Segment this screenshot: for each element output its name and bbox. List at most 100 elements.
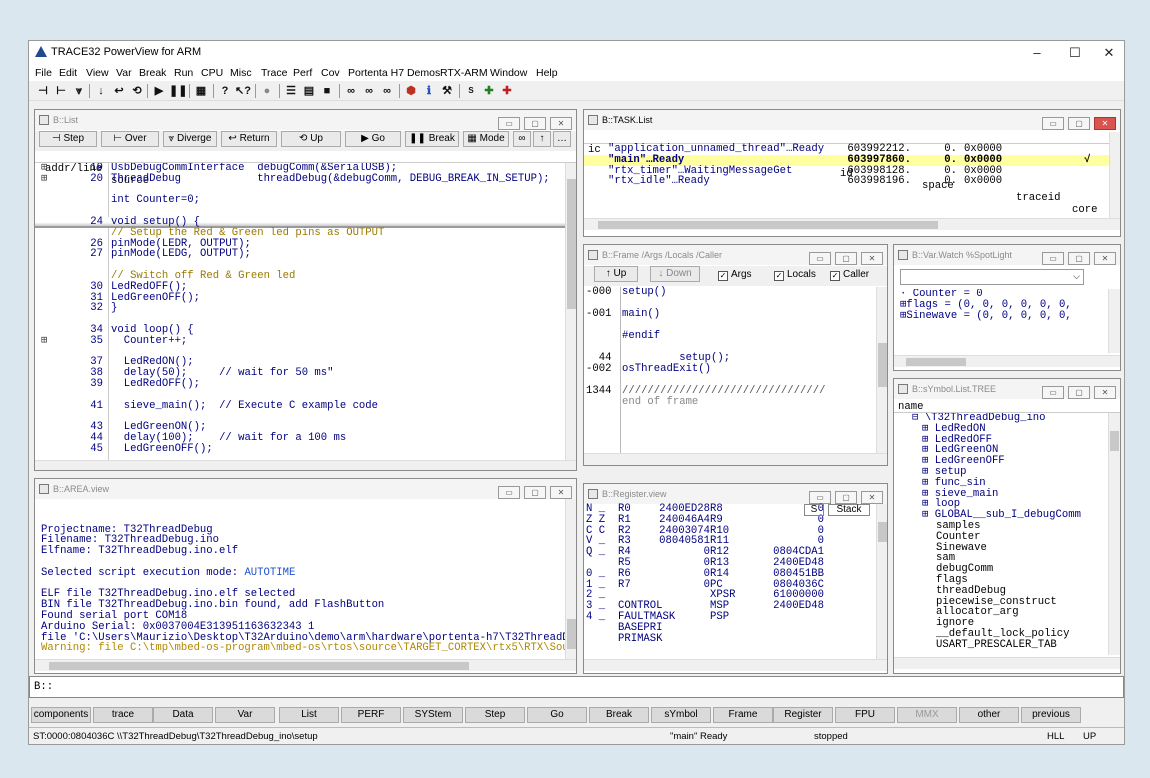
bottom-button-data[interactable]: Data (153, 707, 213, 723)
list-icon[interactable]: ☰ (283, 83, 299, 99)
args-checkbox[interactable]: ✓ Args (718, 269, 752, 281)
menu-cpu[interactable]: CPU (201, 67, 223, 79)
command-line[interactable]: B:: (29, 676, 1124, 698)
flag-item[interactable]: 0 _ (586, 569, 605, 580)
bottom-button-system[interactable]: SYStem (403, 707, 463, 723)
go-icon[interactable]: ▶ (151, 83, 167, 99)
source-line[interactable]: ⊞ 20 ThreadDebug threadDebug(&debugComm, D… (35, 174, 565, 185)
source-line[interactable]: 27 pinMode(LEDG, OUTPUT); (35, 249, 565, 260)
menu-edit[interactable]: Edit (59, 67, 77, 79)
symbol-item[interactable]: threadDebug (936, 586, 1006, 597)
symbol-item[interactable]: ⊞ LedRedON (922, 424, 986, 435)
source-line[interactable]: 45 LedGreenOFF(); (35, 444, 565, 455)
source-line[interactable]: 30 LedRedOFF(); (35, 282, 565, 293)
down-arrow-icon[interactable]: ↓ (93, 83, 109, 99)
wrench-icon[interactable]: ⚒ (439, 83, 455, 99)
memory-icon[interactable]: ▤ (301, 83, 317, 99)
menu-rtx-arm[interactable]: RTX-ARM (440, 67, 488, 79)
locals-checkbox[interactable]: ✓ Locals (774, 269, 816, 281)
step-icon[interactable]: ⊣ (35, 83, 51, 99)
stop-icon[interactable]: ■ (319, 83, 335, 99)
go-button[interactable]: ▶ Go (345, 131, 401, 147)
menu-perf[interactable]: Perf (293, 67, 312, 79)
bottom-button-mmx[interactable]: MMX (897, 707, 957, 723)
context-help-icon[interactable]: ↖? (235, 83, 251, 99)
bottom-button-perf[interactable]: PERF (341, 707, 401, 723)
grid-icon[interactable]: ▦ (193, 83, 209, 99)
menu-cov[interactable]: Cov (321, 67, 340, 79)
watch-input[interactable]: ⌵ (900, 269, 1084, 285)
menu-run[interactable]: Run (174, 67, 193, 79)
break-button[interactable]: ❚❚ Break (405, 131, 459, 147)
return-icon[interactable]: ↩ (111, 83, 127, 99)
bottom-button-symbol[interactable]: sYmbol (651, 707, 711, 723)
watch3-icon[interactable]: ∞ (379, 83, 395, 99)
source-line[interactable]: 41 sieve_main(); // Execute C example co… (35, 400, 565, 412)
over-button[interactable]: ⊢ Over (101, 131, 159, 147)
close-button[interactable]: ✕ (1093, 43, 1124, 63)
minimize-button[interactable]: – (1021, 43, 1053, 63)
step-over-icon[interactable]: ⊢ (53, 83, 69, 99)
bp-clear-icon[interactable]: ✚ (499, 83, 515, 99)
bottom-button-register[interactable]: Register (773, 707, 833, 723)
task-hscroll[interactable] (584, 218, 1120, 230)
stack-button[interactable]: Stack (828, 504, 870, 516)
more-button[interactable]: … (553, 131, 571, 147)
symbol-item[interactable]: Counter (936, 532, 981, 543)
source-line[interactable]: ⊞ 35 Counter++; (35, 336, 565, 347)
bottom-button-list[interactable]: List (279, 707, 339, 723)
up-button[interactable]: ⟲ Up (281, 131, 341, 147)
bottom-button-fpu[interactable]: FPU (835, 707, 895, 723)
menu-break[interactable]: Break (139, 67, 166, 79)
flag-item[interactable]: Z Z (586, 515, 605, 526)
symbol-item[interactable]: ⊞ func_sin (922, 478, 986, 489)
bottom-button-components[interactable]: components (31, 707, 91, 723)
record-icon[interactable]: ● (259, 83, 275, 99)
menu-view[interactable]: View (86, 67, 109, 79)
task-vscroll[interactable] (1109, 132, 1120, 218)
bp-set-icon[interactable]: ✚ (481, 83, 497, 99)
frame-down-button[interactable]: ↓ Down (650, 266, 700, 282)
step-button[interactable]: ⊣ Step (39, 131, 97, 147)
bottom-button-other[interactable]: other (959, 707, 1019, 723)
source-line[interactable]: 32} (35, 303, 565, 314)
diverge-button[interactable]: ⩔ Diverge (163, 131, 217, 147)
menu-file[interactable]: File (35, 67, 52, 79)
task-row[interactable]: "rtx_idle"…Ready 603998196. 0. 0x0000 (584, 176, 1109, 187)
bottom-button-trace[interactable]: trace (93, 707, 153, 723)
up-icon[interactable]: ⟲ (129, 83, 145, 99)
watch-item[interactable]: ⊞Sinewave = (0, 0, 0, 0, 0, (900, 311, 1072, 322)
list-hscroll[interactable] (35, 460, 576, 470)
menu-portenta[interactable]: Portenta H7 Demos (348, 67, 440, 79)
caller-checkbox[interactable]: ✓ Caller (830, 269, 869, 281)
flag-item[interactable]: Q _ (586, 547, 605, 558)
bottom-button-break[interactable]: Break (589, 707, 649, 723)
source-line[interactable]: // Setup the Red & Green led pins as OUT… (35, 228, 565, 239)
chip-icon[interactable]: ⬢ (403, 83, 419, 99)
menu-help[interactable]: Help (536, 67, 558, 79)
up-arrow-button[interactable]: ↑ (533, 131, 551, 147)
s-button[interactable]: S (804, 504, 824, 516)
diverge-icon[interactable]: ⩔ (71, 83, 87, 99)
mode-button[interactable]: ▦ Mode (463, 131, 509, 147)
bottom-button-frame[interactable]: Frame (713, 707, 773, 723)
break-icon[interactable]: ❚❚ (169, 83, 187, 99)
watch-button[interactable]: ∞ (513, 131, 531, 147)
flag-item[interactable]: 4 _ (586, 612, 605, 623)
help-icon[interactable]: ? (217, 83, 233, 99)
watch-icon[interactable]: ∞ (343, 83, 359, 99)
bottom-button-var[interactable]: Var (215, 707, 275, 723)
menu-window[interactable]: Window (490, 67, 527, 79)
bottom-button-step[interactable]: Step (465, 707, 525, 723)
source-line[interactable]: 39 LedRedOFF(); (35, 379, 565, 390)
watch2-icon[interactable]: ∞ (361, 83, 377, 99)
frame-up-button[interactable]: ↑ Up (594, 266, 638, 282)
return-button[interactable]: ↩ Return (221, 131, 277, 147)
symbol-item[interactable]: USART_PRESCALER_TAB (936, 640, 1057, 651)
bottom-button-go[interactable]: Go (527, 707, 587, 723)
source-line[interactable]: int Counter=0; (35, 195, 565, 206)
menu-trace[interactable]: Trace (261, 67, 287, 79)
task-row[interactable]: "main"…Ready 603997860. 0. 0x0000 √ (584, 155, 1109, 166)
info-icon[interactable]: ℹ (421, 83, 437, 99)
source-line[interactable] (35, 390, 565, 401)
